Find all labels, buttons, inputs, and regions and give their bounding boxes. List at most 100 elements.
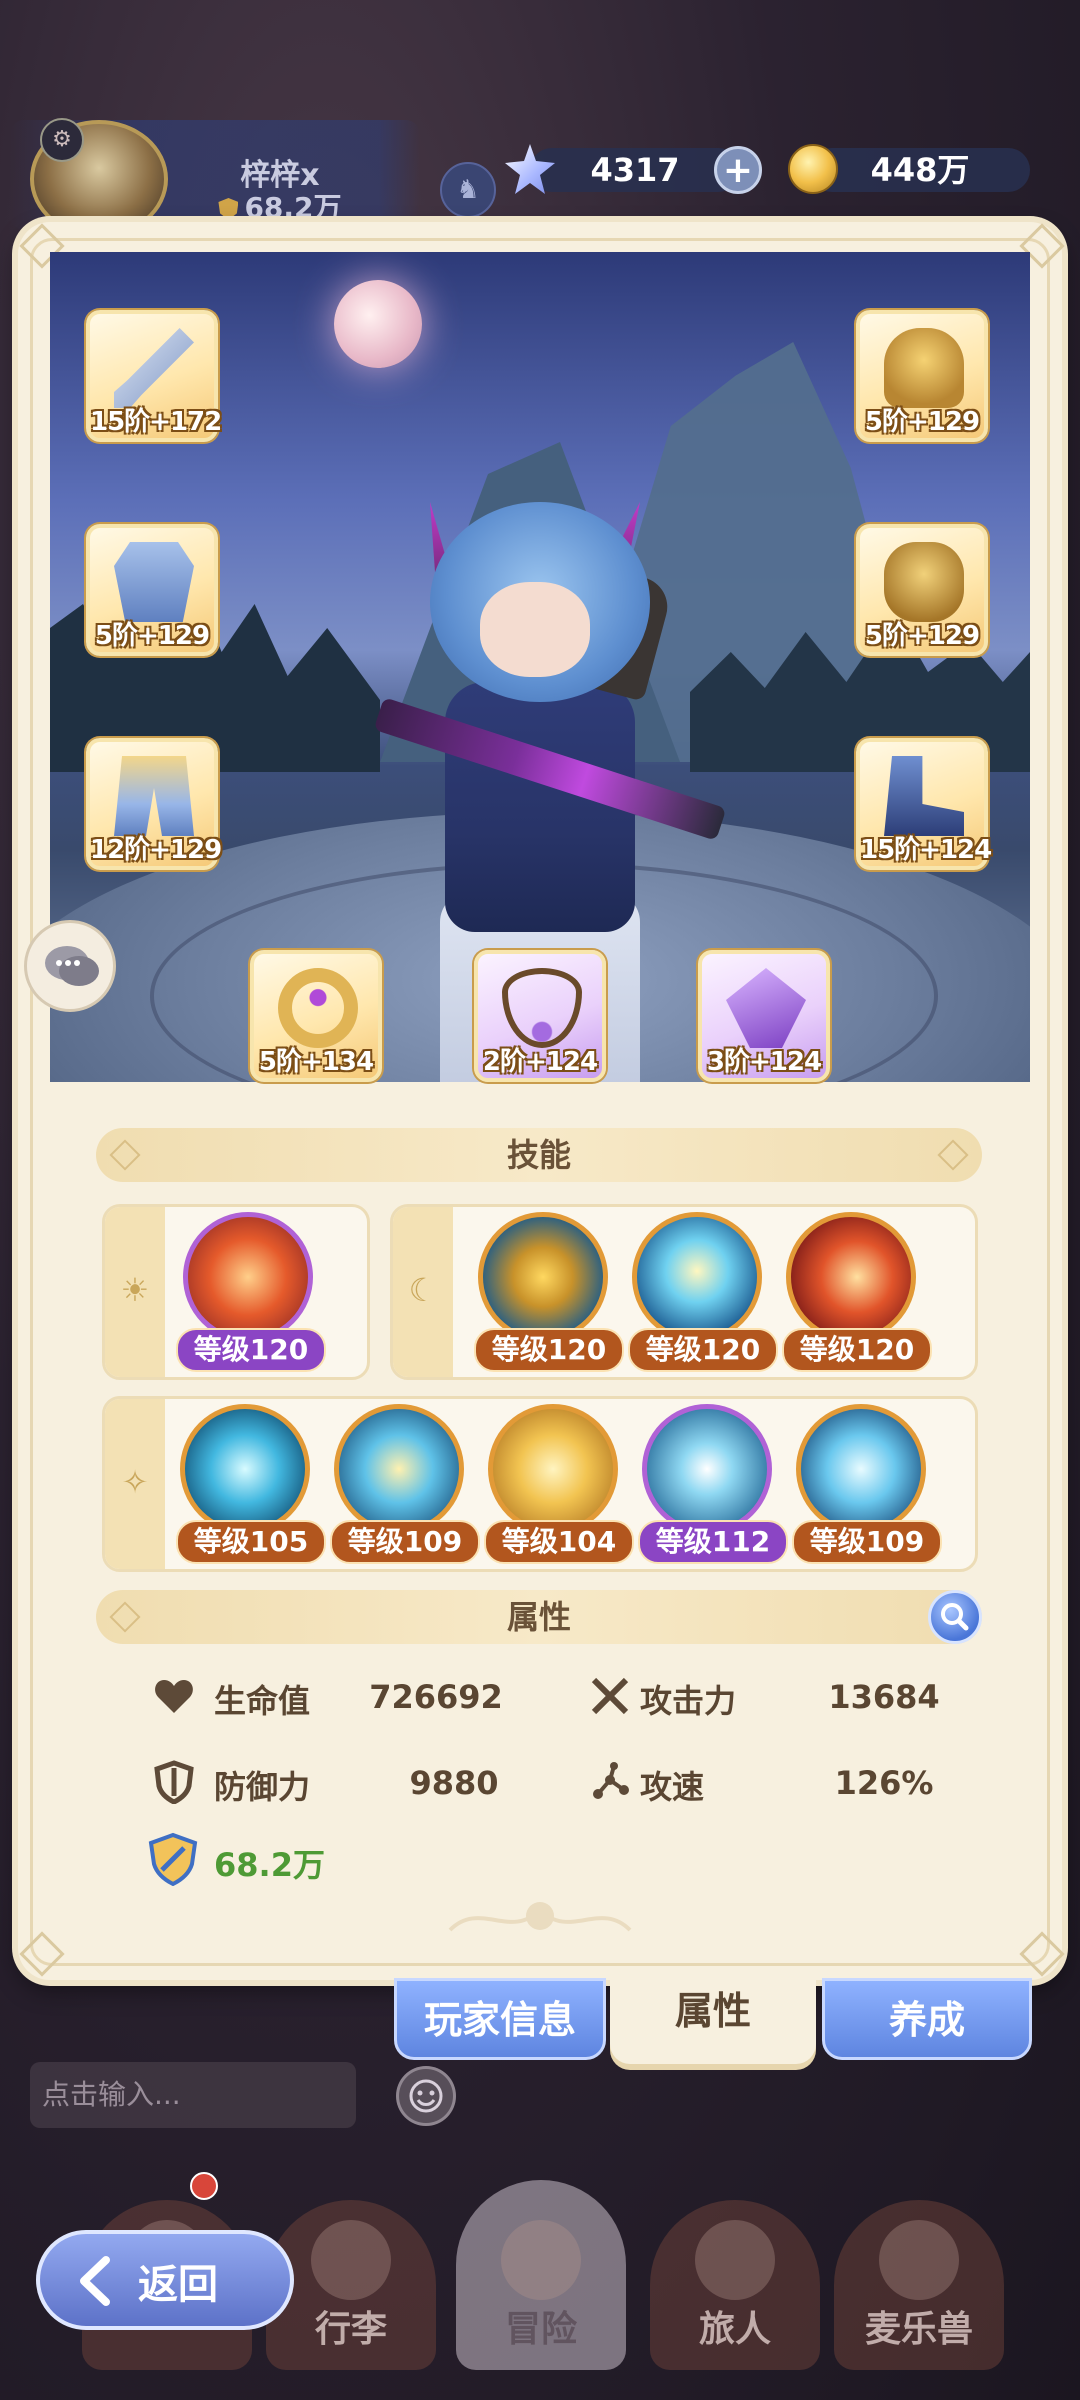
- skill-star-1[interactable]: [180, 1404, 310, 1534]
- skill-group-tab: ✧: [105, 1399, 165, 1569]
- attack-speed-label: 攻速: [640, 1768, 705, 1806]
- helmet-icon: [884, 328, 964, 408]
- equip-ring[interactable]: 5阶+134: [250, 950, 382, 1082]
- nav-bag-label: 行李: [314, 2309, 387, 2350]
- nav-pets-label: 麦乐兽: [864, 2309, 973, 2350]
- crossed-swords-icon: [591, 1677, 629, 1715]
- skill-level: 等级105: [176, 1520, 326, 1564]
- skills-title: 技能: [506, 1136, 571, 1174]
- skill-group-tab: ☾: [393, 1207, 453, 1377]
- sword-icon: [114, 328, 194, 408]
- equip-helmet-level: 5阶+129: [864, 407, 980, 437]
- equip-boots-level: 15阶+124: [860, 835, 992, 865]
- sparkle-icon: ✧: [121, 1463, 149, 1501]
- mouse-icon[interactable]: ♞: [440, 162, 496, 218]
- traveler-icon: [695, 2220, 775, 2300]
- smiley-icon: [409, 2079, 443, 2113]
- attack-speed-value: 126%: [834, 1764, 934, 1802]
- attributes-header: 属性: [96, 1590, 982, 1644]
- skill-level: 等级120: [176, 1328, 326, 1372]
- power-shield-icon: [218, 198, 239, 220]
- notification-dot: [190, 2172, 218, 2200]
- nav-pets[interactable]: 麦乐兽: [834, 2200, 1004, 2370]
- equip-necklace-level: 2阶+124: [482, 1047, 598, 1077]
- moon: [334, 280, 422, 368]
- nav-traveler[interactable]: 旅人: [650, 2200, 820, 2370]
- heart-icon: [155, 1680, 193, 1713]
- add-gems-button[interactable]: +: [714, 146, 762, 194]
- chest-icon: [311, 2220, 391, 2300]
- skill-level: 等级112: [638, 1520, 788, 1564]
- power-badge-icon: [148, 1832, 198, 1886]
- skill-level: 等级120: [628, 1328, 778, 1372]
- power-value: 68.2万: [214, 1846, 325, 1884]
- panel-ornament: [448, 1902, 632, 1932]
- equip-necklace[interactable]: 2阶+124: [474, 950, 606, 1082]
- sun-icon: ☀: [120, 1271, 150, 1309]
- skill-level: 等级109: [792, 1520, 942, 1564]
- fox-pet-icon: [879, 2220, 959, 2300]
- equip-boots[interactable]: 15阶+124: [856, 738, 992, 870]
- skill-star-2[interactable]: [334, 1404, 464, 1534]
- hp-value: 726692: [369, 1678, 503, 1716]
- equip-armor-level: 5阶+129: [94, 621, 210, 651]
- skill-star-4[interactable]: [642, 1404, 772, 1534]
- character-face: [480, 582, 590, 677]
- chat-bubble-icon: [45, 946, 99, 986]
- back-label: 返回: [138, 2262, 218, 2308]
- equip-charm-level: 3阶+124: [706, 1047, 822, 1077]
- attribute-detail-button[interactable]: [928, 1590, 982, 1644]
- equip-armor[interactable]: 5阶+129: [86, 524, 218, 656]
- tab-player-info[interactable]: 玩家信息: [394, 1978, 606, 2060]
- skill-level: 等级109: [330, 1520, 480, 1564]
- emoji-button[interactable]: [396, 2066, 456, 2126]
- equip-pants-level: 12阶+129: [90, 835, 222, 865]
- armor-icon: [114, 542, 194, 622]
- equip-gloves[interactable]: 5阶+129: [856, 524, 988, 656]
- equip-gloves-level: 5阶+129: [864, 621, 980, 651]
- chat-input[interactable]: 点击输入...: [30, 2062, 356, 2128]
- shield-icon: [154, 1760, 194, 1804]
- gem-counter: 4317: [530, 148, 740, 192]
- skill-level: 等级104: [484, 1520, 634, 1564]
- skills-header: 技能: [96, 1128, 982, 1182]
- attack-label: 攻击力: [640, 1682, 737, 1720]
- diamond-ornament: [109, 1601, 141, 1633]
- tab-develop[interactable]: 养成: [822, 1978, 1032, 2060]
- leg-armor-icon: [114, 756, 194, 836]
- skill-moon-1[interactable]: [478, 1212, 608, 1342]
- skill-level: 等级120: [474, 1328, 624, 1372]
- nav-adventure-label: 冒险: [504, 2309, 577, 2350]
- skill-level: 等级120: [782, 1328, 932, 1372]
- skill-moon-2[interactable]: [632, 1212, 762, 1342]
- coin-count: 448万: [870, 151, 970, 189]
- skill-moon-3[interactable]: [786, 1212, 916, 1342]
- defense-value: 9880: [409, 1764, 499, 1802]
- ring-icon: [278, 968, 358, 1048]
- chat-button[interactable]: [24, 920, 116, 1012]
- moon-icon: ☾: [408, 1271, 438, 1309]
- attributes-title: 属性: [506, 1598, 571, 1636]
- diamond-ornament: [937, 1139, 969, 1171]
- crossed-swords-nav-icon: [501, 2220, 581, 2300]
- skill-star-5[interactable]: [796, 1404, 926, 1534]
- equip-ring-level: 5阶+134: [258, 1047, 374, 1077]
- skill-sun-1[interactable]: [183, 1212, 313, 1342]
- settings-icon[interactable]: ⚙: [40, 118, 84, 162]
- boots-icon: [884, 756, 964, 836]
- speed-nodes-icon: [593, 1762, 629, 1799]
- defense-label: 防御力: [214, 1768, 311, 1806]
- equip-charm[interactable]: 3阶+124: [698, 950, 830, 1082]
- gauntlet-icon: [884, 542, 964, 622]
- skill-star-3[interactable]: [488, 1404, 618, 1534]
- tab-attributes[interactable]: 属性: [610, 1972, 816, 2064]
- nav-adventure[interactable]: 冒险: [456, 2180, 626, 2370]
- equip-pants[interactable]: 12阶+129: [86, 738, 222, 870]
- attack-value: 13684: [828, 1678, 940, 1716]
- nav-traveler-label: 旅人: [698, 2309, 771, 2350]
- equip-helmet[interactable]: 5阶+129: [856, 310, 988, 442]
- equip-weapon[interactable]: 15阶+172: [86, 310, 222, 442]
- player-power: 68.2万: [200, 186, 360, 226]
- magnifier-icon: [941, 1603, 969, 1631]
- back-arrow-icon: [80, 2256, 110, 2306]
